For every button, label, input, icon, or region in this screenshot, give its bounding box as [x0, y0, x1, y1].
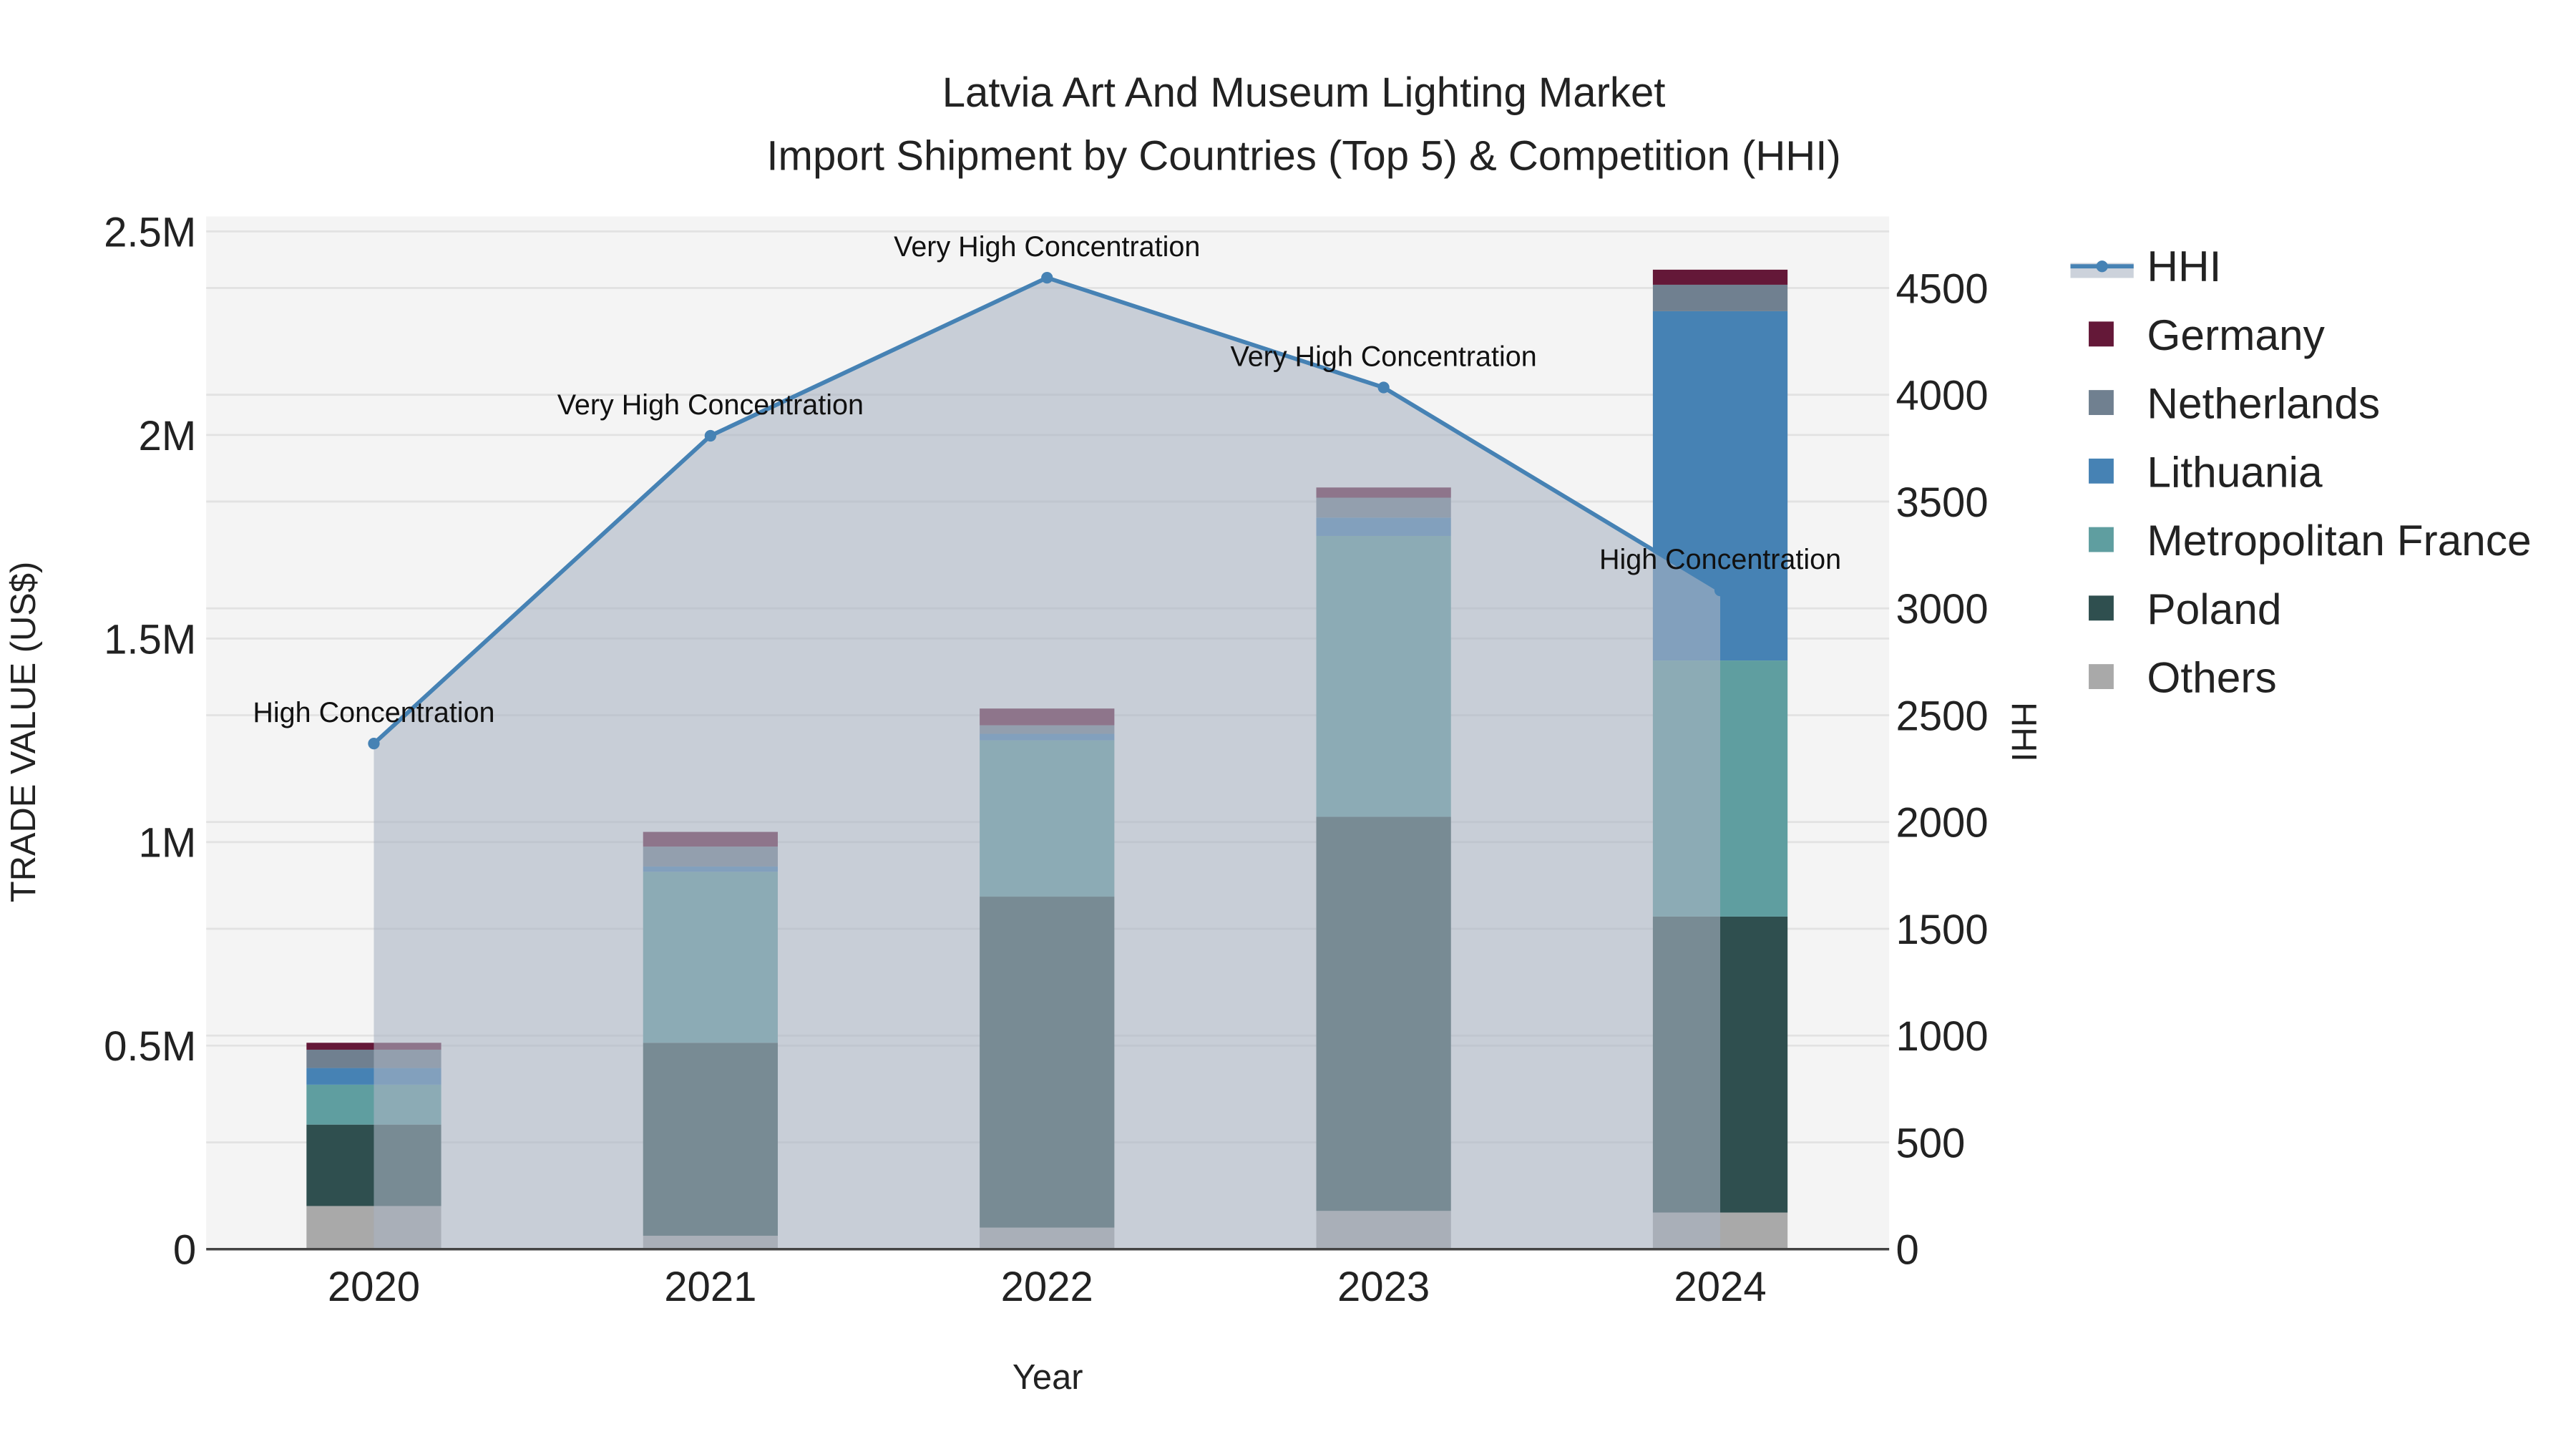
y-tick-label: 0.5M [104, 1023, 196, 1070]
legend-item-poland[interactable]: Poland [2147, 585, 2281, 633]
y-tick-label: 2.5M [104, 209, 196, 255]
hhi-annotation: High Concentration [253, 697, 494, 728]
y2-tick-label: 1500 [1896, 907, 1988, 953]
y2-tick-label: 3000 [1896, 586, 1988, 633]
legend-swatch-metropolitan-france [2089, 527, 2114, 552]
hhi-point [1714, 584, 1727, 597]
legend-swatch-poland [2089, 595, 2114, 621]
x-tick-label: 2021 [664, 1264, 756, 1310]
legend-swatch-netherlands [2089, 390, 2114, 415]
legend-swatch-germany [2089, 321, 2114, 347]
x-axis-label: Year [1013, 1358, 1083, 1397]
legend-swatch-hhi-marker [2096, 260, 2108, 273]
y-tick-label: 2M [139, 413, 197, 459]
x-tick-label: 2023 [1337, 1264, 1430, 1310]
y2-tick-label: 3500 [1896, 479, 1988, 526]
y-tick-label: 1.5M [104, 616, 196, 663]
chart: Latvia Art And Museum Lighting Market Im… [0, 0, 2576, 1449]
y2-tick-label: 0 [1896, 1227, 1918, 1274]
y-tick-label: 0 [173, 1227, 196, 1274]
y-tick-label: 1M [139, 820, 197, 867]
chart-subtitle: Import Shipment by Countries (Top 5) & C… [766, 132, 1840, 179]
hhi-point [1041, 271, 1053, 284]
y2-tick-label: 1000 [1896, 1013, 1988, 1060]
legend-item-lithuania[interactable]: Lithuania [2147, 447, 2323, 496]
legend-item-netherlands[interactable]: Netherlands [2147, 379, 2380, 428]
legend-item-hhi[interactable]: HHI [2147, 242, 2221, 291]
legend-item-germany[interactable]: Germany [2147, 311, 2325, 359]
hhi-annotation: Very High Concentration [1231, 341, 1537, 372]
bar-germany-2024 [1652, 269, 1788, 285]
x-tick-label: 2022 [1001, 1264, 1093, 1310]
y2-tick-label: 2500 [1896, 693, 1988, 739]
hhi-point [368, 738, 380, 750]
y2-axis-label: HHI [2004, 702, 2043, 762]
chart-title: Latvia Art And Museum Lighting Market [942, 69, 1666, 116]
hhi-point [1377, 381, 1390, 394]
hhi-annotation: High Concentration [1599, 544, 1841, 575]
legend-item-metropolitan-france[interactable]: Metropolitan France [2147, 516, 2531, 565]
y2-tick-label: 500 [1896, 1120, 1965, 1166]
hhi-point [704, 429, 716, 442]
y2-tick-label: 4000 [1896, 373, 1988, 419]
hhi-annotation: Very High Concentration [894, 231, 1200, 263]
legend-swatch-others [2089, 664, 2114, 689]
legend-swatch-lithuania [2089, 458, 2114, 484]
y-axis-label: TRADE VALUE (US$) [4, 562, 43, 902]
bar-netherlands-2024 [1652, 284, 1788, 311]
y2-tick-label: 4500 [1896, 265, 1988, 312]
x-tick-label: 2020 [328, 1264, 420, 1310]
y2-tick-label: 2000 [1896, 800, 1988, 847]
x-tick-label: 2024 [1674, 1264, 1766, 1310]
hhi-annotation: Very High Concentration [557, 389, 864, 421]
legend-item-others[interactable]: Others [2147, 653, 2276, 702]
